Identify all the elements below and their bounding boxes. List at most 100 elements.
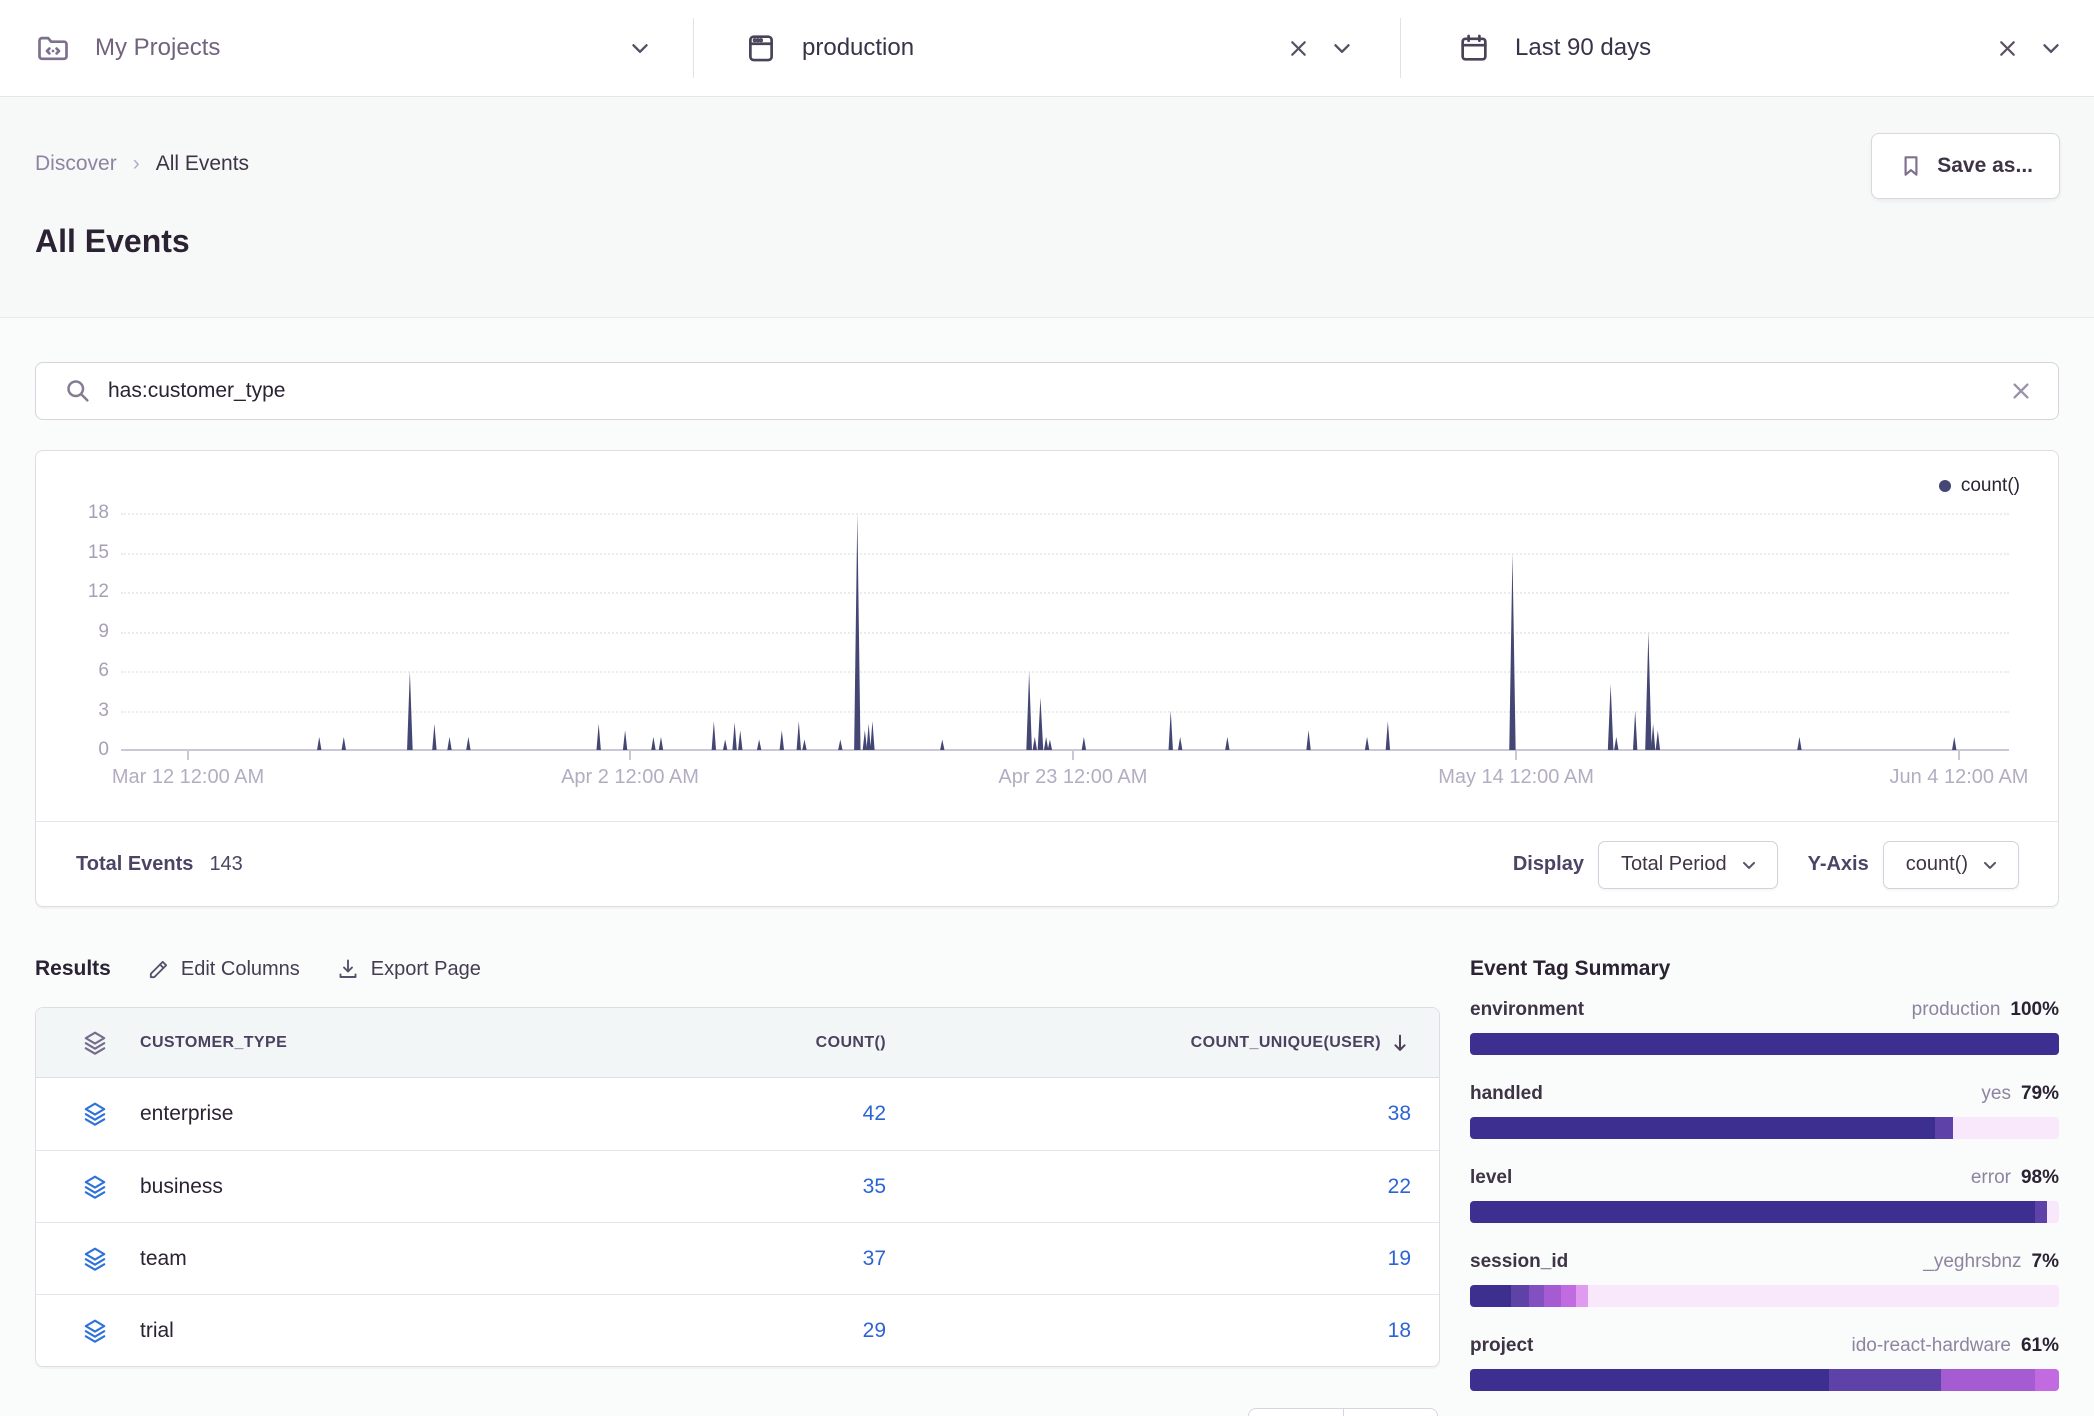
count-cell-link[interactable]: 29	[560, 1319, 886, 1343]
count-unique-cell-link[interactable]: 22	[886, 1175, 1411, 1199]
events-chart[interactable]: count() 0369121518Mar 12 12:00 AMApr 2 1…	[36, 451, 2058, 821]
tag-distribution-bar[interactable]	[1470, 1033, 2059, 1055]
table-row[interactable]: business3522	[36, 1150, 1439, 1222]
chevron-down-icon	[1980, 855, 2000, 875]
tag-summary-row: environmentproduction100%	[1470, 999, 2059, 1055]
stack-icon	[36, 1101, 140, 1127]
export-page-button[interactable]: Export Page	[336, 957, 481, 981]
results-table-header: CUSTOMER_TYPE COUNT() COUNT_UNIQUE(USER)	[36, 1008, 1439, 1078]
total-events-label: Total Events	[76, 853, 193, 876]
tag-top-value: production100%	[1912, 999, 2059, 1021]
chevron-down-icon[interactable]	[1329, 35, 1355, 61]
tag-bar-segment	[1576, 1285, 1588, 1307]
table-row[interactable]: trial2918	[36, 1294, 1439, 1366]
export-page-label: Export Page	[371, 958, 481, 981]
edit-columns-button[interactable]: Edit Columns	[147, 958, 300, 981]
tag-percent: 100%	[2010, 999, 2059, 1020]
count-unique-cell-link[interactable]: 18	[886, 1319, 1411, 1343]
main-content: count() 0369121518Mar 12 12:00 AMApr 2 1…	[0, 318, 2094, 1416]
next-page-button[interactable]	[1343, 1409, 1438, 1416]
tag-name: level	[1470, 1167, 1512, 1189]
x-axis-tick	[1072, 751, 1074, 760]
x-axis-tick	[1515, 751, 1517, 760]
tag-percent: 79%	[2021, 1083, 2059, 1104]
y-axis-tick-label: 6	[51, 660, 109, 682]
x-axis-tick	[187, 751, 189, 760]
tag-bar-segment	[1935, 1117, 1953, 1139]
column-header-customer-type[interactable]: CUSTOMER_TYPE	[140, 1034, 560, 1052]
yaxis-dropdown-value: count()	[1906, 853, 1968, 876]
tag-bar-segment	[1470, 1117, 1935, 1139]
previous-page-button[interactable]	[1249, 1409, 1343, 1416]
table-row[interactable]: team3719	[36, 1222, 1439, 1294]
projects-folder-icon	[35, 30, 71, 66]
tag-bar-segment	[1941, 1369, 2035, 1391]
tag-percent: 98%	[2021, 1167, 2059, 1188]
column-header-count[interactable]: COUNT()	[560, 1034, 886, 1052]
tag-top-value: _yeghrsbnz7%	[1923, 1251, 2059, 1273]
tag-distribution-bar[interactable]	[1470, 1201, 2059, 1223]
clear-environment-icon[interactable]	[1286, 36, 1311, 61]
stack-icon	[36, 1246, 140, 1272]
tag-bar-segment	[1829, 1369, 1941, 1391]
tag-bar-segment	[1511, 1285, 1529, 1307]
count-cell-link[interactable]: 37	[560, 1247, 886, 1271]
tag-bar-segment	[2035, 1369, 2059, 1391]
tag-distribution-bar[interactable]	[1470, 1285, 2059, 1307]
tag-top-value: ido-react-hardware61%	[1852, 1335, 2060, 1357]
pencil-icon	[147, 958, 170, 981]
yaxis-dropdown[interactable]: count()	[1883, 841, 2019, 889]
save-as-button[interactable]: Save as...	[1871, 133, 2060, 199]
stack-icon	[36, 1174, 140, 1200]
count-unique-cell-link[interactable]: 38	[886, 1102, 1411, 1126]
y-axis-tick-label: 0	[51, 739, 109, 761]
count-unique-label: COUNT_UNIQUE(USER)	[1191, 1034, 1381, 1052]
x-axis-tick-label: May 14 12:00 AM	[1438, 766, 1594, 789]
count-unique-cell-link[interactable]: 19	[886, 1247, 1411, 1271]
chart-footer: Total Events 143 Display Total Period Y-…	[36, 821, 2058, 907]
breadcrumb-discover-link[interactable]: Discover	[35, 152, 117, 176]
clear-date-icon[interactable]	[1995, 36, 2020, 61]
x-axis-tick	[1958, 751, 1960, 760]
chevron-down-icon[interactable]	[627, 35, 653, 61]
count-cell-link[interactable]: 35	[560, 1175, 886, 1199]
date-range-label: Last 90 days	[1515, 34, 1651, 62]
x-axis-tick-label: Jun 4 12:00 AM	[1889, 766, 2028, 789]
page-header: Discover › All Events All Events Save as…	[0, 97, 2094, 318]
tag-distribution-bar[interactable]	[1470, 1117, 2059, 1139]
y-axis-tick-label: 12	[51, 581, 109, 603]
environment-selector[interactable]: production	[694, 0, 1400, 96]
results-heading: Results	[35, 957, 111, 981]
tag-bar-segment	[1544, 1285, 1562, 1307]
count-cell-link[interactable]: 42	[560, 1102, 886, 1126]
y-axis-tick-label: 3	[51, 700, 109, 722]
display-dropdown-value: Total Period	[1621, 853, 1727, 876]
project-selector[interactable]: My Projects	[0, 0, 693, 96]
count-series-spikes	[121, 503, 2009, 751]
column-header-count-unique[interactable]: COUNT_UNIQUE(USER)	[886, 1032, 1411, 1054]
table-row[interactable]: enterprise4238	[36, 1078, 1439, 1150]
date-range-selector[interactable]: Last 90 days	[1401, 0, 2094, 96]
display-dropdown[interactable]: Total Period	[1598, 841, 1778, 889]
x-axis-tick-label: Mar 12 12:00 AM	[112, 766, 264, 789]
chevron-down-icon[interactable]	[2038, 35, 2064, 61]
legend-label: count()	[1961, 475, 2020, 497]
tag-distribution-bar[interactable]	[1470, 1369, 2059, 1391]
total-events-value: 143	[209, 853, 242, 876]
tag-bar-segment	[1529, 1285, 1544, 1307]
results-section: Results Edit Columns Export Page CUSTOME…	[35, 953, 1440, 1416]
tag-summary-row: levelerror98%	[1470, 1167, 2059, 1223]
tag-percent: 61%	[2021, 1335, 2059, 1356]
customer-type-cell: business	[140, 1175, 560, 1199]
search-input[interactable]	[35, 362, 2059, 420]
clear-search-icon[interactable]	[2007, 377, 2035, 405]
chevron-down-icon	[1739, 855, 1759, 875]
x-axis-tick	[629, 751, 631, 760]
tag-summary-heading: Event Tag Summary	[1470, 953, 2059, 985]
tag-bar-segment	[1470, 1201, 2035, 1223]
x-axis-tick-label: Apr 23 12:00 AM	[998, 766, 1147, 789]
chart-legend[interactable]: count()	[1939, 475, 2020, 497]
search-icon	[63, 376, 93, 406]
top-filter-bar: My Projects production	[0, 0, 2094, 97]
y-axis-tick-label: 15	[51, 542, 109, 564]
